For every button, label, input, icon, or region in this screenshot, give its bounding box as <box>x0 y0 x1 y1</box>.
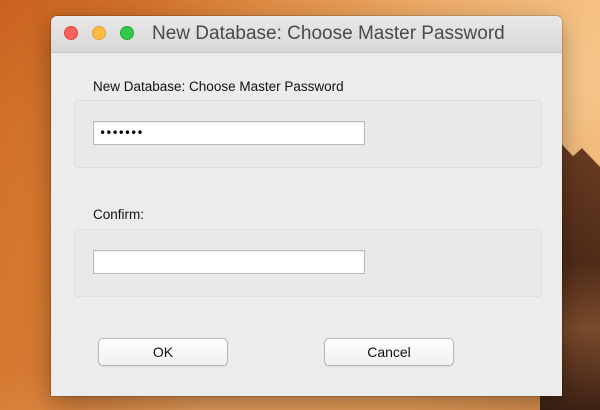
zoom-window-icon[interactable] <box>120 26 134 40</box>
cancel-button[interactable]: Cancel <box>324 338 454 366</box>
close-window-icon[interactable] <box>64 26 78 40</box>
password-label: New Database: Choose Master Password <box>93 79 344 94</box>
window-title: New Database: Choose Master Password <box>152 23 505 44</box>
minimize-window-icon[interactable] <box>92 26 106 40</box>
title-bar[interactable]: New Database: Choose Master Password <box>51 16 562 53</box>
confirm-label: Confirm: <box>93 207 145 222</box>
password-field[interactable]: ••••••• <box>93 121 365 145</box>
ok-button[interactable]: OK <box>98 338 228 366</box>
dialog-window: New Database: Choose Master Password New… <box>51 16 562 396</box>
confirm-field[interactable] <box>93 250 365 274</box>
